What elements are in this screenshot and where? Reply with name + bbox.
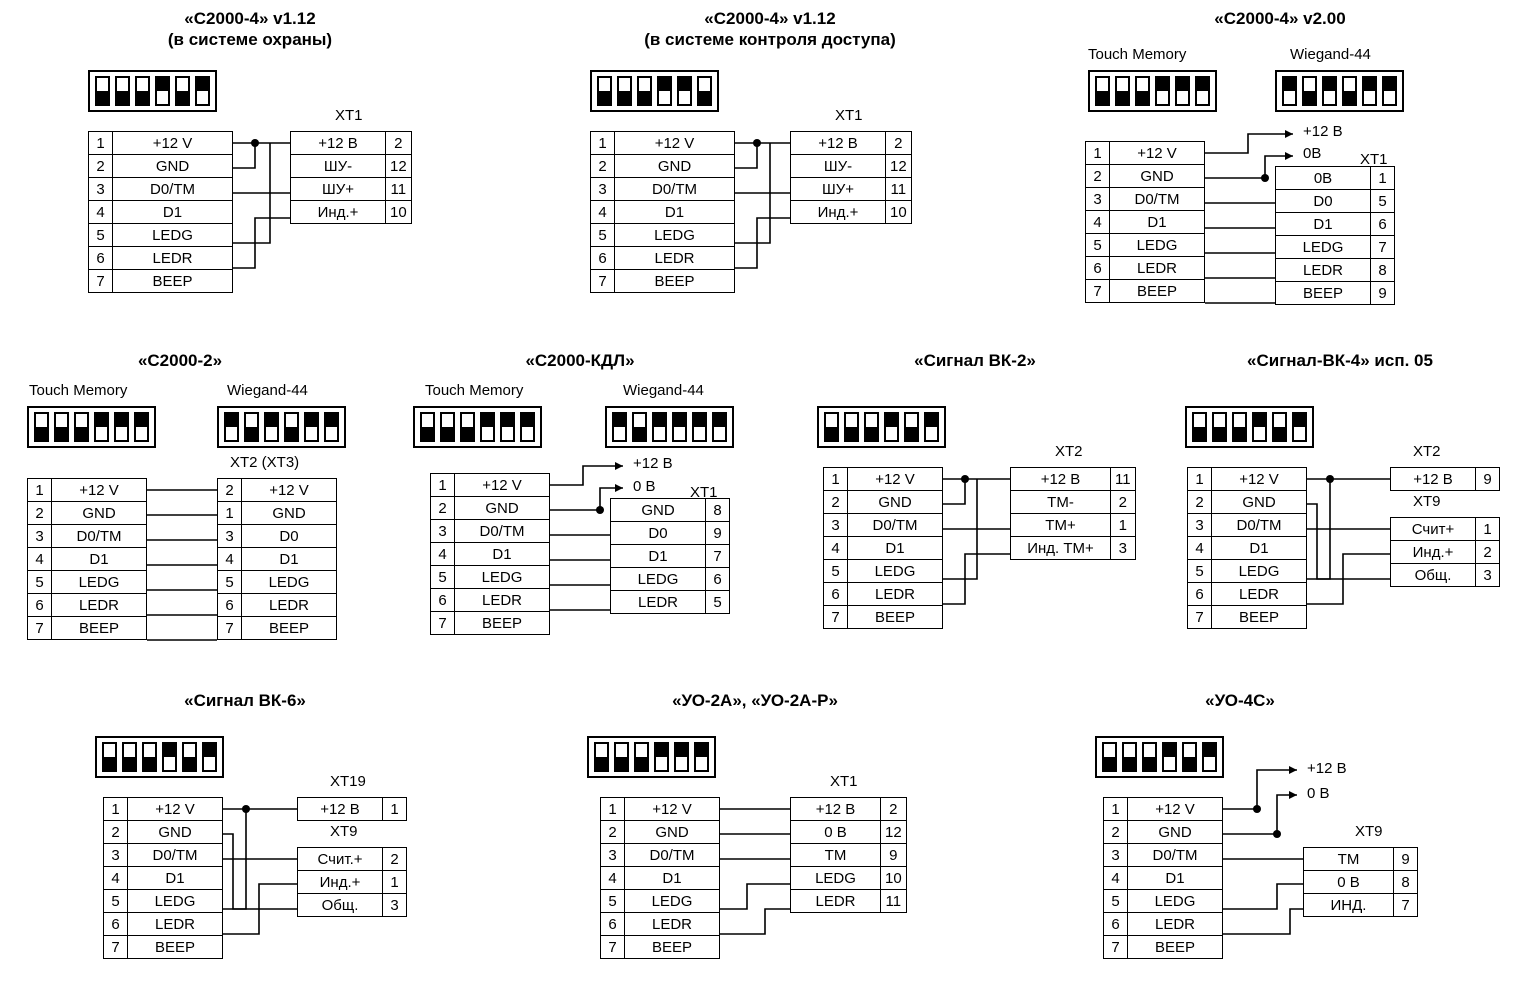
diagram-signal-vk-6: «Сигнал ВК-6» XT19 1 +12 V 2 GND 3 D0/TM 4D… [65,690,465,992]
wire-connections [1205,130,1293,304]
wire-connections [1307,475,1390,605]
diagram-c2000-4-v112-security: «С2000-4» v1.12 (в системе охраны) XT1 1… [80,8,500,318]
diagram-c2000-4-v200: «С2000-4» v2.00 Touch Memory Wiegand-44 … [1060,8,1520,318]
diagram-c2000-4-v112-access: «С2000-4» v1.12 (в системе контроля дост… [570,8,1000,318]
wire-connections [147,489,217,641]
arrow-head-plus12 [1289,766,1297,774]
arrow-head-zero [1285,152,1293,160]
junction-dot [251,139,259,147]
junction-dot [596,506,604,514]
wire-connections [943,475,1010,605]
wire-connections [720,808,790,935]
diagram-c2000-2: «С2000-2» Touch Memory Wiegand-44 XT2 (X… [5,350,385,660]
wire-connections [1223,766,1303,935]
junction-dot [242,805,250,813]
diagram-signal-vk-2: «Сигнал ВК-2» XT2 1 +12 V 2 GND 3 D0/TM 4 D1… [805,350,1175,660]
junction-dot [1261,174,1269,182]
diagram-uo-4c: «УО-4С» +12 В 0 В 1 +12 V 2 GND 3 D0/TM 4 D1… [1065,690,1465,992]
junction-dot [1273,830,1281,838]
arrow-head-plus12 [615,462,623,470]
wire-connections [734,139,790,269]
diagram-signal-vk-4-isp05: «Сигнал-ВК-4» исп. 05 XT2 1 +12 V 2 GND 3D… [1165,350,1533,660]
arrow-head-zero [615,484,623,492]
diagram-uo-2a: «УО-2А», «УО-2А-Р» XT1 1 +12 V 2 GND 3 D0/T… [575,690,955,992]
wire-connections [550,462,623,611]
wire-connections [223,805,297,935]
diagram-c2000-kdl: «С2000-КДЛ» Touch Memory Wiegand-44 +12 … [405,350,785,660]
wire-connections [232,139,290,269]
arrow-head-zero [1289,791,1297,799]
arrow-head-plus12 [1285,130,1293,138]
junction-dot [1253,805,1261,813]
junction-dot [961,475,969,483]
junction-dot [1326,475,1334,483]
junction-dot [753,139,761,147]
